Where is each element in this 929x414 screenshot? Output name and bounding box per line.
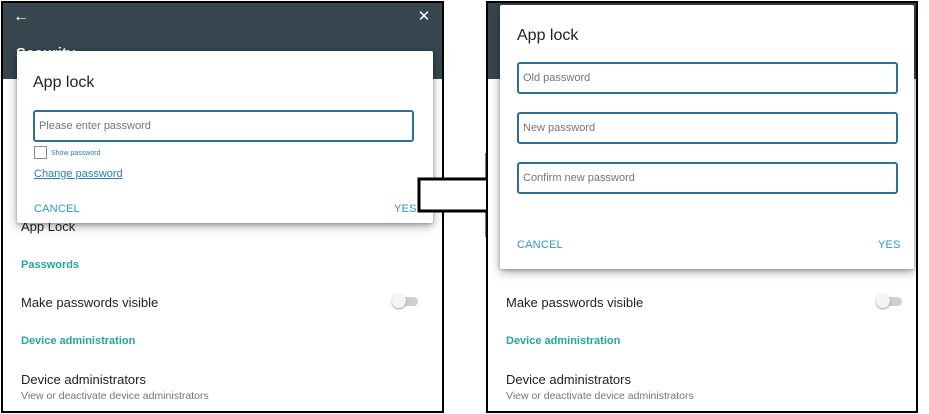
pref-label: Make passwords visible bbox=[21, 295, 159, 310]
yes-button[interactable]: YES bbox=[394, 203, 417, 215]
app-lock-change-password-dialog: App lock CANCEL YES bbox=[500, 5, 914, 269]
pref-label: Device administrators bbox=[506, 372, 631, 387]
make-passwords-visible-toggle[interactable] bbox=[876, 294, 902, 308]
pref-device-administrators[interactable]: Device administrators View or deactivate… bbox=[21, 372, 424, 402]
section-header-passwords: Passwords bbox=[21, 259, 80, 271]
password-input[interactable] bbox=[33, 110, 414, 142]
pref-make-passwords-visible[interactable]: Make passwords visible bbox=[21, 295, 424, 310]
app-lock-dialog: App lock Show password Change password C… bbox=[17, 51, 433, 223]
old-password-input[interactable] bbox=[517, 62, 898, 94]
pref-device-administrators[interactable]: Device administrators View or deactivate… bbox=[506, 372, 898, 402]
dialog-title: App lock bbox=[517, 27, 579, 44]
show-password-label: Show password bbox=[51, 150, 101, 157]
section-header-device-administration: Device administration bbox=[506, 335, 621, 347]
left-screenshot-panel: ← ✕ Security App Lock Passwords Make pas… bbox=[1, 1, 444, 413]
new-password-input[interactable] bbox=[517, 112, 898, 144]
pref-make-passwords-visible[interactable]: Make passwords visible bbox=[506, 295, 898, 310]
right-screenshot-panel: ✕ Make passwords visible Device administ… bbox=[486, 1, 918, 413]
pref-summary: View or deactivate device administrators bbox=[506, 390, 694, 402]
change-password-link[interactable]: Change password bbox=[34, 168, 123, 180]
pref-summary: View or deactivate device administrators bbox=[21, 390, 209, 402]
confirm-new-password-input[interactable] bbox=[517, 162, 898, 194]
yes-button[interactable]: YES bbox=[878, 239, 901, 251]
toggle-thumb bbox=[876, 294, 890, 308]
dialog-title: App lock bbox=[33, 74, 95, 91]
arrow-back-icon[interactable]: ← bbox=[13, 7, 33, 27]
cancel-button[interactable]: CANCEL bbox=[34, 203, 80, 215]
pref-label: Device administrators bbox=[21, 372, 146, 387]
section-header-device-administration: Device administration bbox=[21, 335, 136, 347]
make-passwords-visible-toggle[interactable] bbox=[392, 294, 418, 308]
pref-label: Make passwords visible bbox=[506, 295, 644, 310]
show-password-checkbox[interactable] bbox=[34, 146, 47, 159]
toggle-thumb bbox=[392, 294, 406, 308]
close-icon[interactable]: ✕ bbox=[414, 7, 434, 27]
cancel-button[interactable]: CANCEL bbox=[517, 239, 563, 251]
